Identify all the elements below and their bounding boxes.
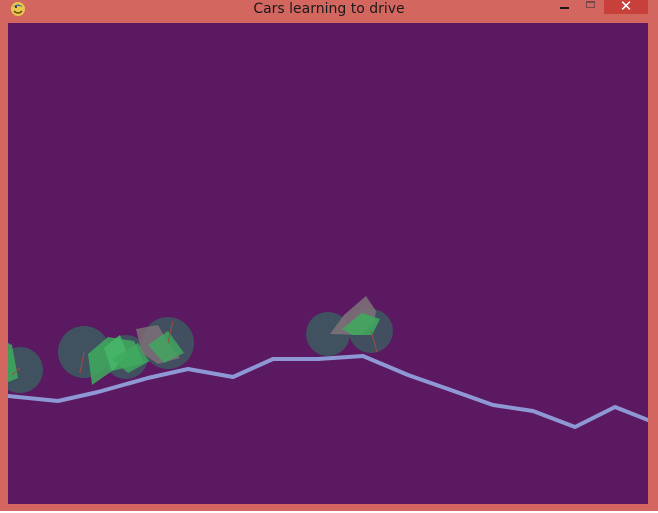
car-1 (8, 343, 43, 393)
close-icon: ✕ (619, 0, 633, 15)
minimize-icon (560, 7, 569, 9)
close-button[interactable]: ✕ (604, 0, 648, 15)
minimize-button[interactable] (552, 0, 576, 14)
maximize-icon (586, 1, 595, 8)
app-window: Cars learning to drive ✕ (0, 0, 658, 513)
game-canvas[interactable] (8, 23, 648, 504)
title-bar[interactable]: Cars learning to drive ✕ (0, 0, 658, 22)
maximize-button[interactable] (578, 0, 604, 14)
scene-svg (8, 296, 648, 429)
car-5 (306, 296, 393, 356)
